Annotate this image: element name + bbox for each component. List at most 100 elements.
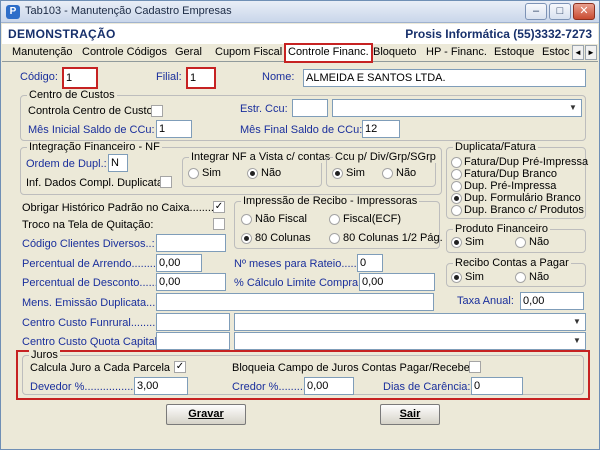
bloqueia-juros-label: Bloqueia Campo de Juros Contas Pagar/Rec… xyxy=(232,362,474,374)
percentual-arredo-label: Percentual de Arrendo........: xyxy=(22,258,159,270)
dup-option-radio-3[interactable] xyxy=(451,193,462,204)
controla-ccu-checkbox[interactable] xyxy=(151,105,163,117)
filial-input[interactable] xyxy=(186,67,216,89)
mes-final-input[interactable] xyxy=(362,120,400,138)
obrig-historico-label: Obrigar Histórico Padrão no Caixa.......… xyxy=(22,202,224,214)
nf-vista-title: Integrar NF a Vista c/ contas xyxy=(189,151,333,163)
dias-carencia-input[interactable] xyxy=(471,377,523,395)
meses-rateio-label: Nº meses para Rateio......: xyxy=(234,258,363,270)
devedor-input[interactable] xyxy=(134,377,188,395)
nf-vista-sim-label: Sim xyxy=(202,167,221,179)
credor-input[interactable] xyxy=(304,377,354,395)
ccu-funrural-input[interactable] xyxy=(156,313,230,331)
nf-vista-nao-radio[interactable] xyxy=(247,168,258,179)
ccu-div-sim-label: Sim xyxy=(346,167,365,179)
mens-emissao-input[interactable] xyxy=(156,293,434,311)
inf-dados-label: Inf. Dados Compl. Duplicata xyxy=(26,177,163,189)
dup-option-label-3: Dup. Formulário Branco xyxy=(464,192,581,204)
impressao-label-1: Fiscal(ECF) xyxy=(343,213,402,225)
company-mode-label: DEMONSTRAÇÃO xyxy=(8,27,116,41)
nf-vista-sim-radio[interactable] xyxy=(188,168,199,179)
ccu-div-nao-label: Não xyxy=(396,167,417,179)
ccu-funrural-combo[interactable]: ▼ xyxy=(234,313,586,331)
inf-dados-checkbox[interactable] xyxy=(160,176,172,188)
juros-title: Juros xyxy=(29,349,60,361)
recibo-sim-label: Sim xyxy=(465,271,484,283)
close-button[interactable]: ✕ xyxy=(573,3,595,20)
nome-label: Nome: xyxy=(262,71,295,83)
tab-estoc[interactable]: Estoc xyxy=(540,45,572,62)
dup-option-label-0: Fatura/Dup Pré-Impressa xyxy=(464,156,589,168)
percentual-desconto-label: Percentual de Desconto........: xyxy=(22,277,167,289)
dup-option-label-2: Dup. Pré-Impressa xyxy=(464,180,557,192)
ordem-dupl-input[interactable] xyxy=(108,154,128,172)
window-title: Tab103 - Manutenção Cadastro Empresas xyxy=(25,5,232,17)
gravar-button[interactable]: Gravar xyxy=(166,404,246,425)
tab-cupom-fiscal[interactable]: Cupom Fiscal xyxy=(213,45,284,62)
mes-inicial-label: Mês Inicial Saldo de CCu: xyxy=(28,124,155,136)
integracao-title: Integração Financeiro - NF xyxy=(27,141,162,153)
tab-scroll-left[interactable]: ◄ xyxy=(572,45,584,60)
estr-ccu-combo[interactable]: ▼ xyxy=(332,99,582,117)
tab-manutencao[interactable]: Manutenção xyxy=(10,45,75,62)
calcula-juro-checkbox[interactable]: ✓ xyxy=(174,361,186,373)
dup-option-radio-1[interactable] xyxy=(451,169,462,180)
mes-final-label: Mês Final Saldo de CCu: xyxy=(240,124,363,136)
taxa-anual-label: Taxa Anual: xyxy=(457,295,514,307)
codigo-clientes-input[interactable] xyxy=(156,234,226,252)
percentual-desconto-input[interactable] xyxy=(156,273,226,291)
centro-custos-title: Centro de Custos xyxy=(27,89,117,101)
devedor-label: Devedor %.................: xyxy=(30,381,140,393)
main-window: P Tab103 - Manutenção Cadastro Empresas … xyxy=(0,0,600,450)
ccu-div-sim-radio[interactable] xyxy=(332,168,343,179)
produto-nao-radio[interactable] xyxy=(515,237,526,248)
ccu-div-nao-radio[interactable] xyxy=(382,168,393,179)
meses-rateio-input[interactable] xyxy=(357,254,383,272)
obrig-historico-checkbox[interactable]: ✓ xyxy=(213,201,225,213)
sair-button[interactable]: Sair xyxy=(380,404,440,425)
impressao-label-3: 80 Colunas 1/2 Pág. xyxy=(343,232,443,244)
codigo-label: Código: xyxy=(20,71,58,83)
credor-label: Credor %.........: xyxy=(232,381,310,393)
dup-option-radio-0[interactable] xyxy=(451,157,462,168)
calculo-limite-label: % Cálculo Limite Compra: xyxy=(234,277,362,289)
codigo-input[interactable] xyxy=(62,67,98,89)
controle-financ-panel: Código: Filial: Nome: Centro de Custos C… xyxy=(6,63,596,445)
app-icon: P xyxy=(6,5,20,19)
recibo-nao-radio[interactable] xyxy=(515,272,526,283)
tab-controle-financ[interactable]: Controle Financ. xyxy=(284,43,373,63)
mes-inicial-input[interactable] xyxy=(156,120,192,138)
impressao-radio-3[interactable] xyxy=(329,233,340,244)
impressao-radio-1[interactable] xyxy=(329,214,340,225)
ccu-quota-combo[interactable]: ▼ xyxy=(234,332,586,350)
tab-bloqueto[interactable]: Bloqueto xyxy=(371,45,418,62)
percentual-arredo-input[interactable] xyxy=(156,254,202,272)
dup-option-radio-2[interactable] xyxy=(451,181,462,192)
tab-estoque[interactable]: Estoque xyxy=(492,45,536,62)
taxa-anual-input[interactable] xyxy=(520,292,584,310)
dup-option-label-4: Dup. Branco c/ Produtos xyxy=(464,204,584,216)
troco-checkbox[interactable] xyxy=(213,218,225,230)
maximize-button[interactable]: □ xyxy=(549,3,571,20)
troco-label: Troco na Tela de Quitação: xyxy=(22,219,154,231)
impressao-radio-2[interactable] xyxy=(241,233,252,244)
tab-controle-codigos[interactable]: Controle Códigos xyxy=(80,45,169,62)
impressao-label-2: 80 Colunas xyxy=(255,232,311,244)
chevron-down-icon: ▼ xyxy=(569,103,577,112)
impressao-radio-0[interactable] xyxy=(241,214,252,225)
tab-geral[interactable]: Geral xyxy=(173,45,204,62)
nome-input[interactable] xyxy=(303,69,586,87)
ccu-quota-input[interactable] xyxy=(156,332,230,350)
recibo-contas-title: Recibo Contas a Pagar xyxy=(453,257,571,269)
recibo-sim-radio[interactable] xyxy=(451,272,462,283)
calculo-limite-input[interactable] xyxy=(359,273,435,291)
tab-scroll-right[interactable]: ► xyxy=(585,45,597,60)
minimize-button[interactable]: – xyxy=(525,3,547,20)
produto-sim-radio[interactable] xyxy=(451,237,462,248)
estr-ccu-input[interactable] xyxy=(292,99,328,117)
bloqueia-juros-checkbox[interactable] xyxy=(469,361,481,373)
produto-financeiro-title: Produto Financeiro xyxy=(453,223,550,235)
dup-option-label-1: Fatura/Dup Branco xyxy=(464,168,557,180)
tab-hp-financ[interactable]: HP - Financ. xyxy=(424,45,489,62)
dup-option-radio-4[interactable] xyxy=(451,205,462,216)
